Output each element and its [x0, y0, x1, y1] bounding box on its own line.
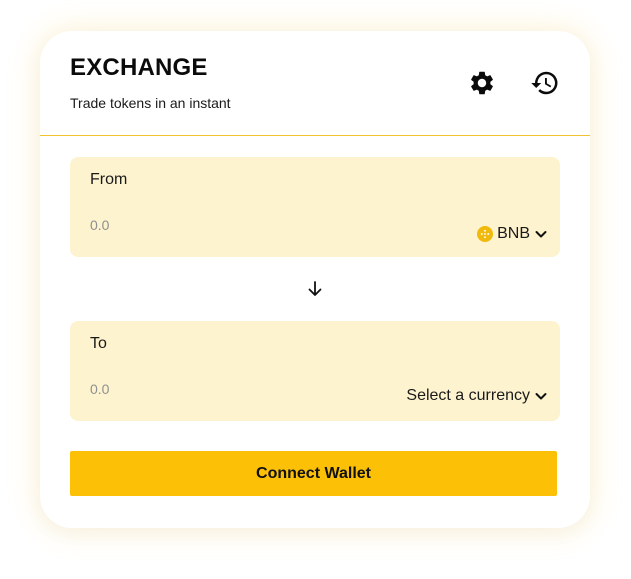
from-panel: From BNB: [70, 157, 560, 257]
bnb-token-icon: [477, 226, 494, 242]
chevron-down-icon: [534, 389, 548, 403]
gear-icon: [471, 71, 493, 95]
from-currency-label: BNB: [497, 225, 530, 242]
page-title: EXCHANGE: [70, 54, 208, 81]
from-label: From: [90, 171, 128, 188]
to-amount-input[interactable]: [90, 378, 310, 400]
to-currency-label: Select a currency: [406, 387, 530, 404]
history-icon: [531, 71, 558, 95]
from-currency-select[interactable]: BNB: [477, 221, 548, 247]
arrow-down-icon: [308, 281, 322, 296]
to-label: To: [90, 335, 107, 352]
to-currency-select[interactable]: Select a currency: [406, 383, 548, 409]
page-subtitle: Trade tokens in an instant: [70, 95, 231, 111]
chevron-down-icon: [534, 227, 548, 241]
settings-button[interactable]: [466, 67, 498, 99]
exchange-header: EXCHANGE Trade tokens in an instant: [40, 31, 590, 136]
connect-wallet-button[interactable]: Connect Wallet: [70, 451, 557, 496]
from-amount-input[interactable]: [90, 214, 310, 236]
exchange-card: EXCHANGE Trade tokens in an instant From: [40, 31, 590, 528]
history-button[interactable]: [529, 67, 561, 99]
to-panel: To Select a currency: [70, 321, 560, 421]
swap-direction-button[interactable]: [305, 279, 325, 299]
